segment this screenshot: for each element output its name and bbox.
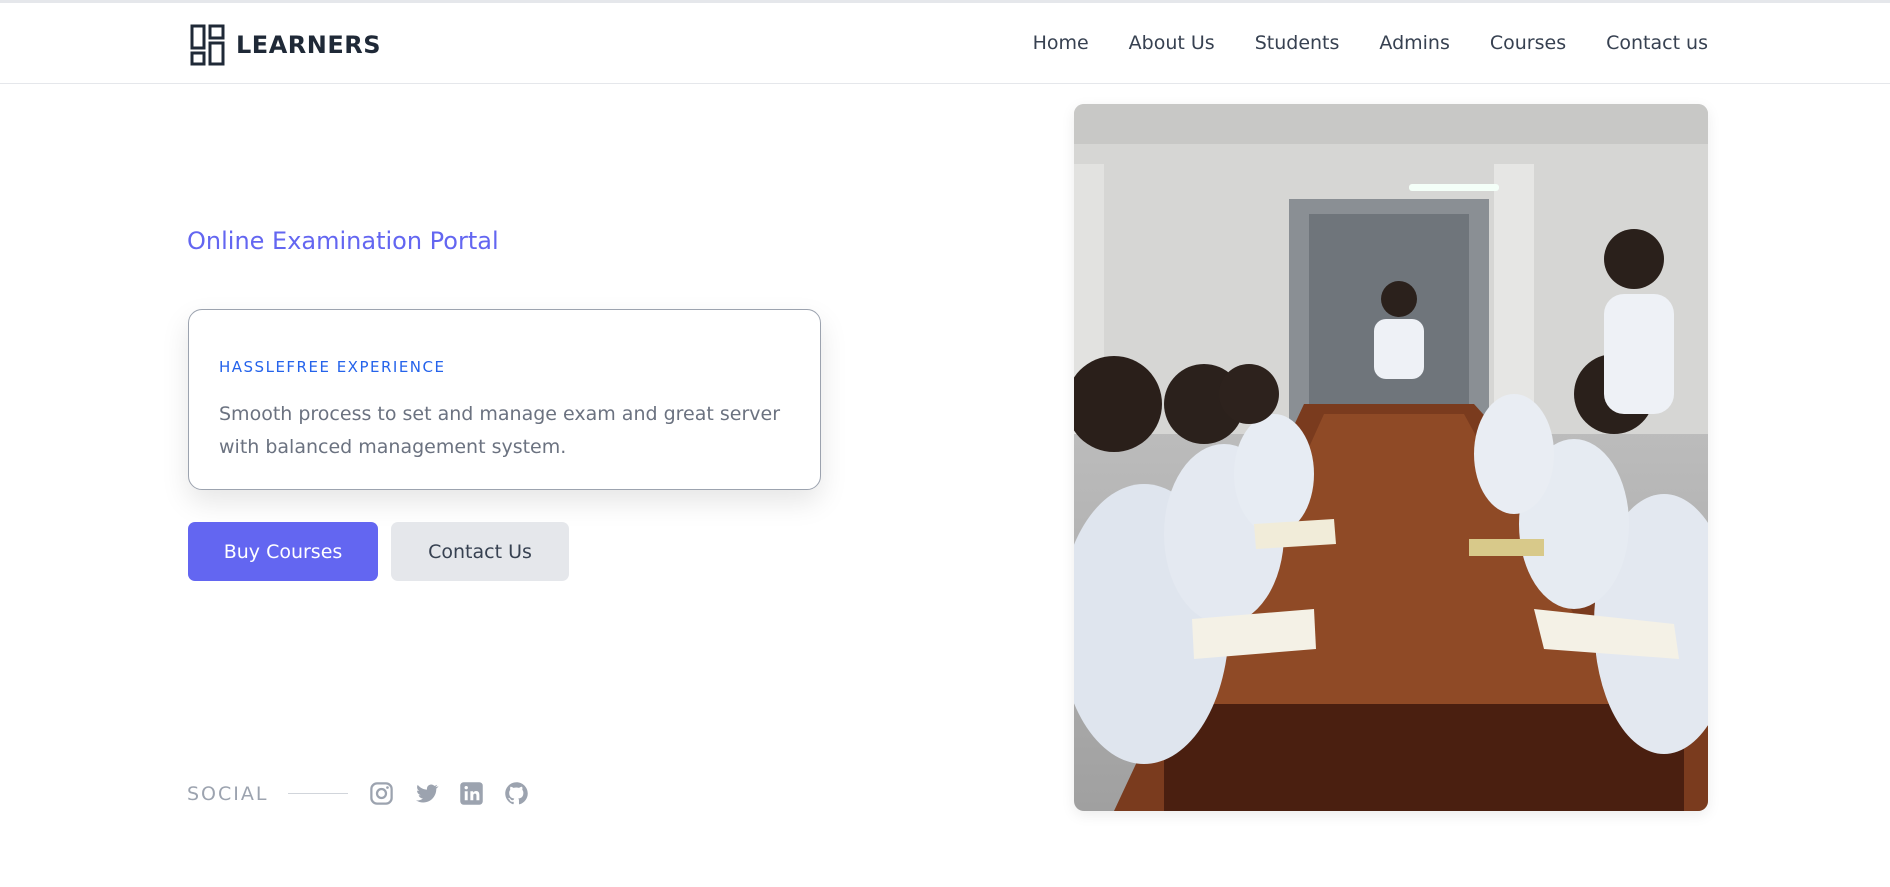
contact-us-button[interactable]: Contact Us: [391, 522, 569, 581]
card-kicker: HASSLEFREE EXPERIENCE: [219, 358, 446, 376]
buy-courses-button[interactable]: Buy Courses: [188, 522, 378, 581]
nav-students[interactable]: Students: [1255, 32, 1340, 54]
social-divider: [288, 793, 349, 794]
card-text: Smooth process to set and manage exam an…: [219, 403, 781, 458]
nav-courses[interactable]: Courses: [1490, 32, 1566, 54]
twitter-icon[interactable]: [413, 780, 440, 807]
nav-admins[interactable]: Admins: [1379, 32, 1449, 54]
instagram-icon[interactable]: [368, 780, 395, 807]
logo-icon: [190, 24, 225, 66]
linkedin-icon[interactable]: [458, 780, 485, 807]
hero-subtitle: Online Examination Portal: [187, 227, 499, 255]
brand-logo[interactable]: LEARNERS: [190, 24, 381, 66]
feature-card: HASSLEFREE EXPERIENCE Smooth process to …: [188, 309, 821, 490]
main-nav: Home About Us Students Admins Courses Co…: [1033, 32, 1708, 54]
github-icon[interactable]: [503, 780, 530, 807]
nav-about-us[interactable]: About Us: [1129, 32, 1215, 54]
nav-contact-us[interactable]: Contact us: [1606, 32, 1708, 54]
social-icons: [368, 780, 530, 807]
social-links: SOCIAL: [187, 780, 530, 807]
brand-name: LEARNERS: [236, 31, 381, 59]
site-header: LEARNERS Home About Us Students Admins C…: [0, 3, 1890, 84]
hero-photo: [1074, 104, 1708, 811]
social-label: SOCIAL: [187, 782, 269, 805]
nav-home[interactable]: Home: [1033, 32, 1089, 54]
